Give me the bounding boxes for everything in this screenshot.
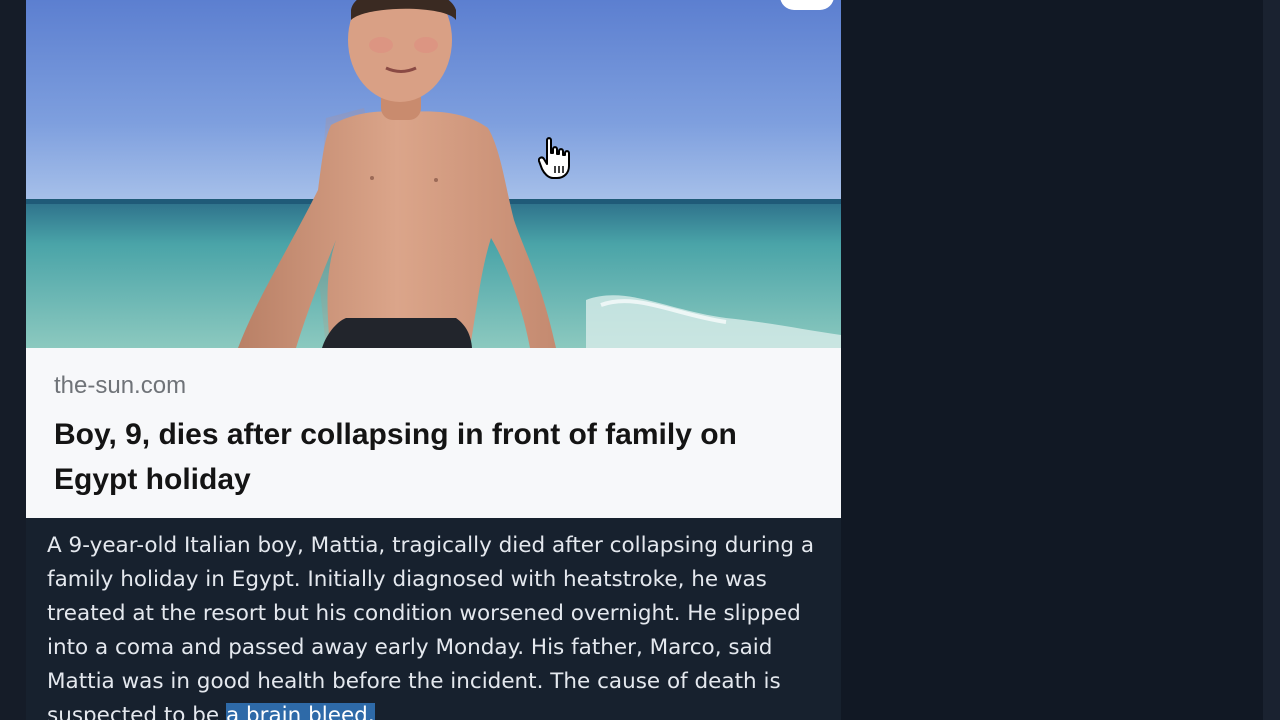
link-preview[interactable]: the-sun.com Boy, 9, dies after collapsin… [26,348,841,518]
preview-headline[interactable]: Boy, 9, dies after collapsing in front o… [54,412,794,502]
link-preview-image[interactable] [26,0,841,348]
preview-domain: the-sun.com [54,372,187,399]
message-body: A 9-year-old Italian boy, Mattia, tragic… [47,533,815,720]
selected-text: a brain bleed. [226,703,375,720]
left-gutter [0,0,26,720]
message-card: the-sun.com Boy, 9, dies after collapsin… [26,0,841,720]
right-panel [841,0,1263,720]
message-text: A 9-year-old Italian boy, Mattia, tragic… [47,529,832,720]
overlay-button[interactable] [780,0,834,10]
scrollbar-track[interactable] [1263,0,1280,720]
